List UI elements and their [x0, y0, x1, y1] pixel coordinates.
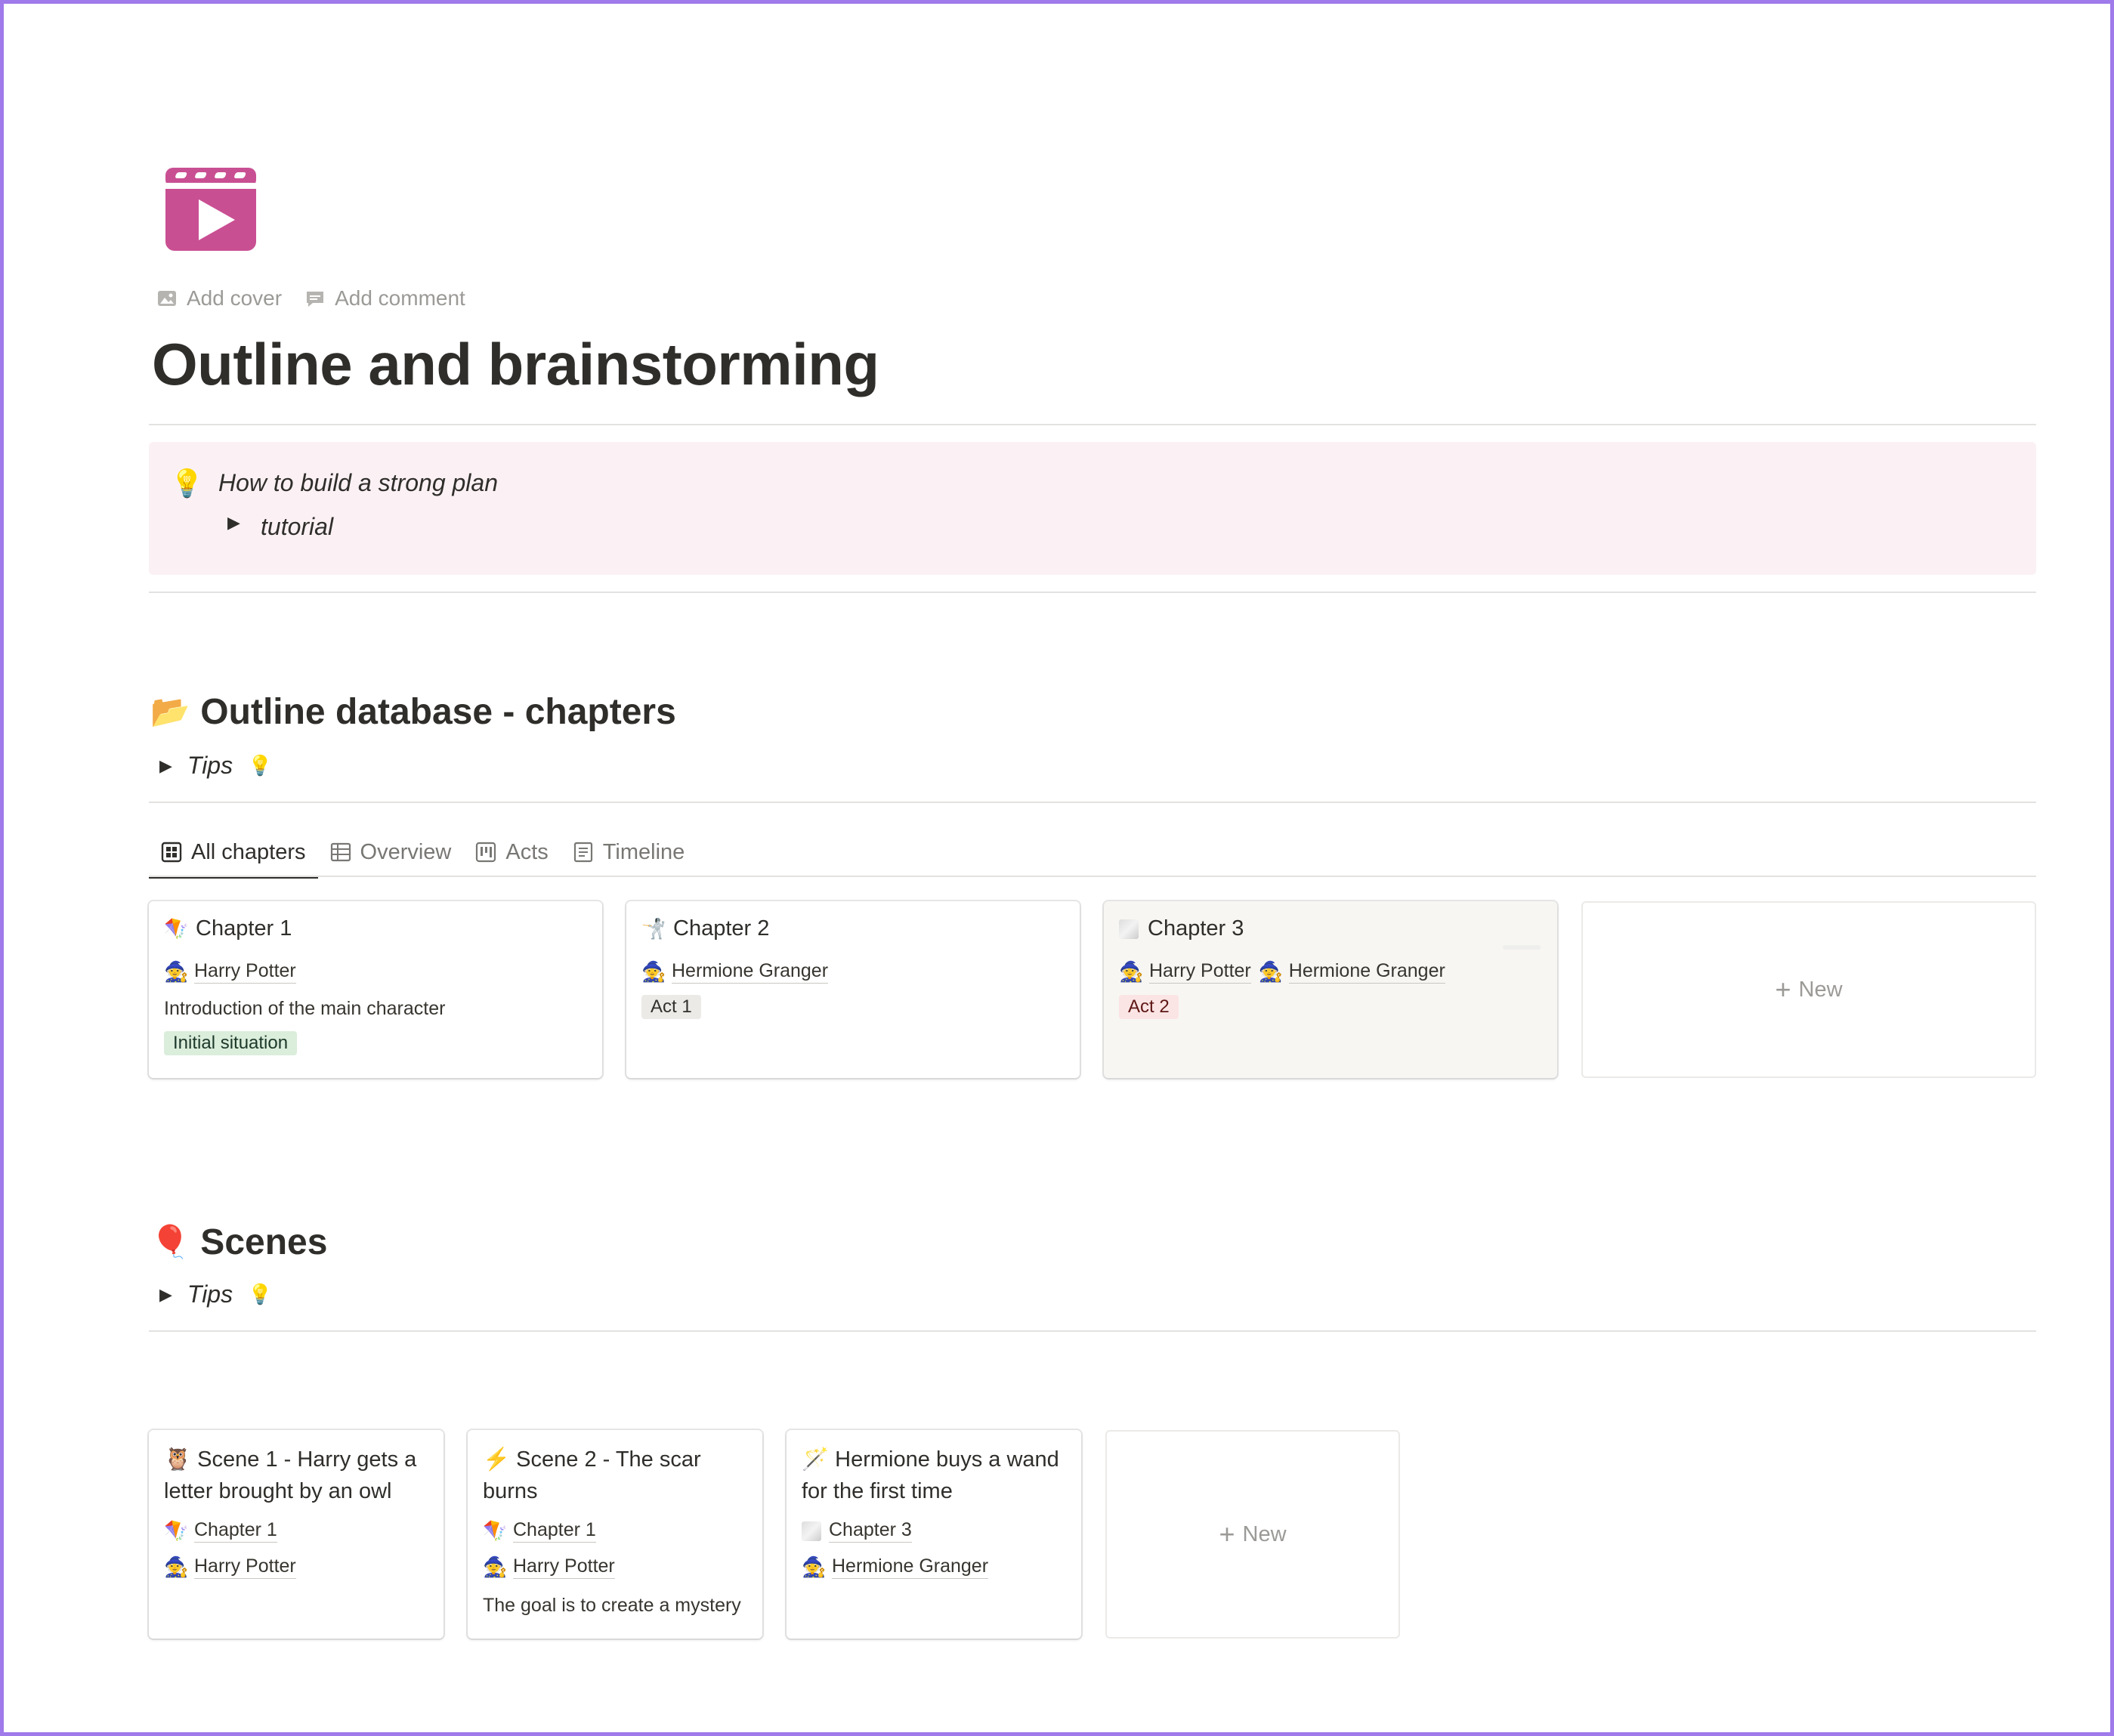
- new-label: New: [1798, 977, 1843, 1002]
- page-thumbnail-icon: [802, 1521, 821, 1541]
- gallery-icon: [161, 842, 182, 863]
- character-link[interactable]: Hermione Granger: [832, 1555, 989, 1579]
- tab-label: Timeline: [602, 839, 685, 864]
- tab-label: All chapters: [191, 839, 306, 864]
- tab-timeline[interactable]: Timeline: [561, 829, 697, 876]
- wizard-icon: 🧙: [483, 1555, 508, 1578]
- character-link[interactable]: Harry Potter: [194, 1555, 296, 1579]
- card-title: Scene 2 - The scar burns: [483, 1447, 701, 1503]
- list-icon: [573, 842, 592, 863]
- wizard-icon: 🧙: [1119, 960, 1144, 983]
- scenes-heading: 🎈 Scenes: [150, 1222, 327, 1263]
- wizard-icon: 🧙: [641, 960, 666, 983]
- divider: [149, 424, 2036, 425]
- chapters-tips-toggle[interactable]: ▶ Tips 💡: [159, 752, 272, 780]
- page-title[interactable]: Outline and brainstorming: [152, 330, 879, 399]
- divider: [149, 802, 2036, 803]
- scene-card[interactable]: ⚡ Scene 2 - The scar burns 🪁 Chapter 1 🧙 H…: [468, 1430, 762, 1639]
- image-icon: [158, 291, 176, 306]
- divider: [149, 592, 2036, 593]
- add-comment-label: Add comment: [335, 286, 465, 310]
- page-thumbnail-icon: [1119, 919, 1139, 939]
- new-chapter-button[interactable]: + New: [1581, 901, 2036, 1078]
- lightbulb-icon: 💡: [170, 468, 204, 499]
- tab-overview[interactable]: Overview: [318, 829, 464, 876]
- scene-card[interactable]: 🦉 Scene 1 - Harry gets a letter brought …: [149, 1430, 444, 1639]
- toggle-arrow-icon[interactable]: ▶: [227, 513, 240, 533]
- act-tag: Act 1: [641, 995, 701, 1019]
- folder-icon: 📂: [150, 693, 190, 729]
- act-tag: Act 2: [1119, 995, 1179, 1019]
- view-tabs: All chapters Overview Acts Timeline: [149, 829, 697, 879]
- tips-label: Tips: [187, 752, 233, 779]
- chapter-card[interactable]: 🪁 Chapter 1 🧙 Harry Potter Introduction of…: [149, 901, 602, 1078]
- lightning-icon: ⚡: [483, 1447, 511, 1472]
- new-label: New: [1242, 1521, 1287, 1546]
- lightbulb-icon: 💡: [248, 1283, 273, 1305]
- balloon-icon: 🎈: [150, 1224, 190, 1259]
- plus-icon: +: [1219, 1518, 1235, 1549]
- tab-label: Acts: [505, 839, 549, 864]
- tab-label: Overview: [360, 839, 452, 864]
- plus-icon: +: [1775, 974, 1791, 1005]
- table-icon: [330, 842, 351, 862]
- fencer-icon: 🤺: [641, 917, 666, 940]
- tips-label: Tips: [187, 1280, 233, 1308]
- callout-toggle-label[interactable]: tutorial: [261, 513, 333, 541]
- chapter-link[interactable]: Chapter 3: [829, 1519, 912, 1543]
- add-cover-label: Add cover: [187, 286, 283, 310]
- chapter-link[interactable]: Chapter 1: [513, 1519, 596, 1543]
- chapter-link[interactable]: Chapter 1: [194, 1519, 277, 1543]
- card-hover-menu[interactable]: [1503, 945, 1541, 950]
- kite-icon: 🪁: [164, 1519, 189, 1542]
- character-link[interactable]: Harry Potter: [513, 1555, 615, 1579]
- card-title: Chapter 3: [1148, 916, 1244, 941]
- status-tag: Initial situation: [164, 1031, 298, 1055]
- character-link[interactable]: Hermione Granger: [1288, 960, 1445, 984]
- character-link[interactable]: Harry Potter: [194, 960, 296, 984]
- scenes-tips-toggle[interactable]: ▶ Tips 💡: [159, 1280, 272, 1308]
- board-icon: [476, 842, 496, 863]
- callout-title: How to build a strong plan: [218, 469, 498, 496]
- wizard-icon: 🧙: [802, 1555, 827, 1578]
- clapperboard-icon[interactable]: [164, 166, 258, 252]
- card-description: The goal is to create a mystery: [483, 1595, 741, 1616]
- card-title: Hermione buys a wand for the first time: [802, 1447, 1059, 1503]
- magic-wand-icon: 🪄: [802, 1447, 830, 1472]
- divider: [149, 876, 2036, 877]
- card-description: Introduction of the main character: [164, 998, 446, 1019]
- new-scene-button[interactable]: + New: [1105, 1430, 1400, 1639]
- scenes-heading-text: Scenes: [200, 1222, 328, 1262]
- callout-block[interactable]: 💡 How to build a strong plan ▶ tutorial: [149, 442, 2036, 575]
- add-comment-button[interactable]: Add comment: [304, 286, 465, 310]
- add-cover-button[interactable]: Add cover: [156, 286, 282, 310]
- owl-icon: 🦉: [164, 1447, 192, 1472]
- toggle-arrow-icon[interactable]: ▶: [159, 1285, 172, 1305]
- card-title: Scene 1 - Harry gets a letter brought by…: [164, 1447, 417, 1503]
- chapters-heading-text: Outline database - chapters: [200, 692, 676, 732]
- tab-all-chapters[interactable]: All chapters: [149, 829, 318, 879]
- chapter-card[interactable]: Chapter 3 🧙 Harry Potter 🧙 Hermione Grange…: [1104, 901, 1557, 1078]
- character-link[interactable]: Hermione Granger: [672, 960, 829, 984]
- chapters-heading: 📂 Outline database - chapters: [150, 691, 676, 733]
- wizard-icon: 🧙: [164, 960, 189, 983]
- card-title: Chapter 2: [673, 916, 770, 941]
- page-actions: Add cover Add comment: [156, 286, 465, 310]
- card-title: Chapter 1: [196, 916, 292, 941]
- kite-icon: 🪁: [483, 1519, 508, 1542]
- divider: [149, 1330, 2036, 1332]
- kite-icon: 🪁: [164, 917, 189, 940]
- chapter-card[interactable]: 🤺 Chapter 2 🧙 Hermione Granger Act 1: [626, 901, 1080, 1078]
- wizard-icon: 🧙: [1258, 960, 1284, 983]
- toggle-arrow-icon[interactable]: ▶: [159, 756, 172, 776]
- character-link[interactable]: Harry Potter: [1149, 960, 1251, 984]
- lightbulb-icon: 💡: [248, 754, 273, 777]
- wizard-icon: 🧙: [164, 1555, 189, 1578]
- scene-card[interactable]: 🪄 Hermione buys a wand for the first tim…: [787, 1430, 1081, 1639]
- tab-acts[interactable]: Acts: [463, 829, 560, 876]
- comment-icon: [307, 292, 324, 307]
